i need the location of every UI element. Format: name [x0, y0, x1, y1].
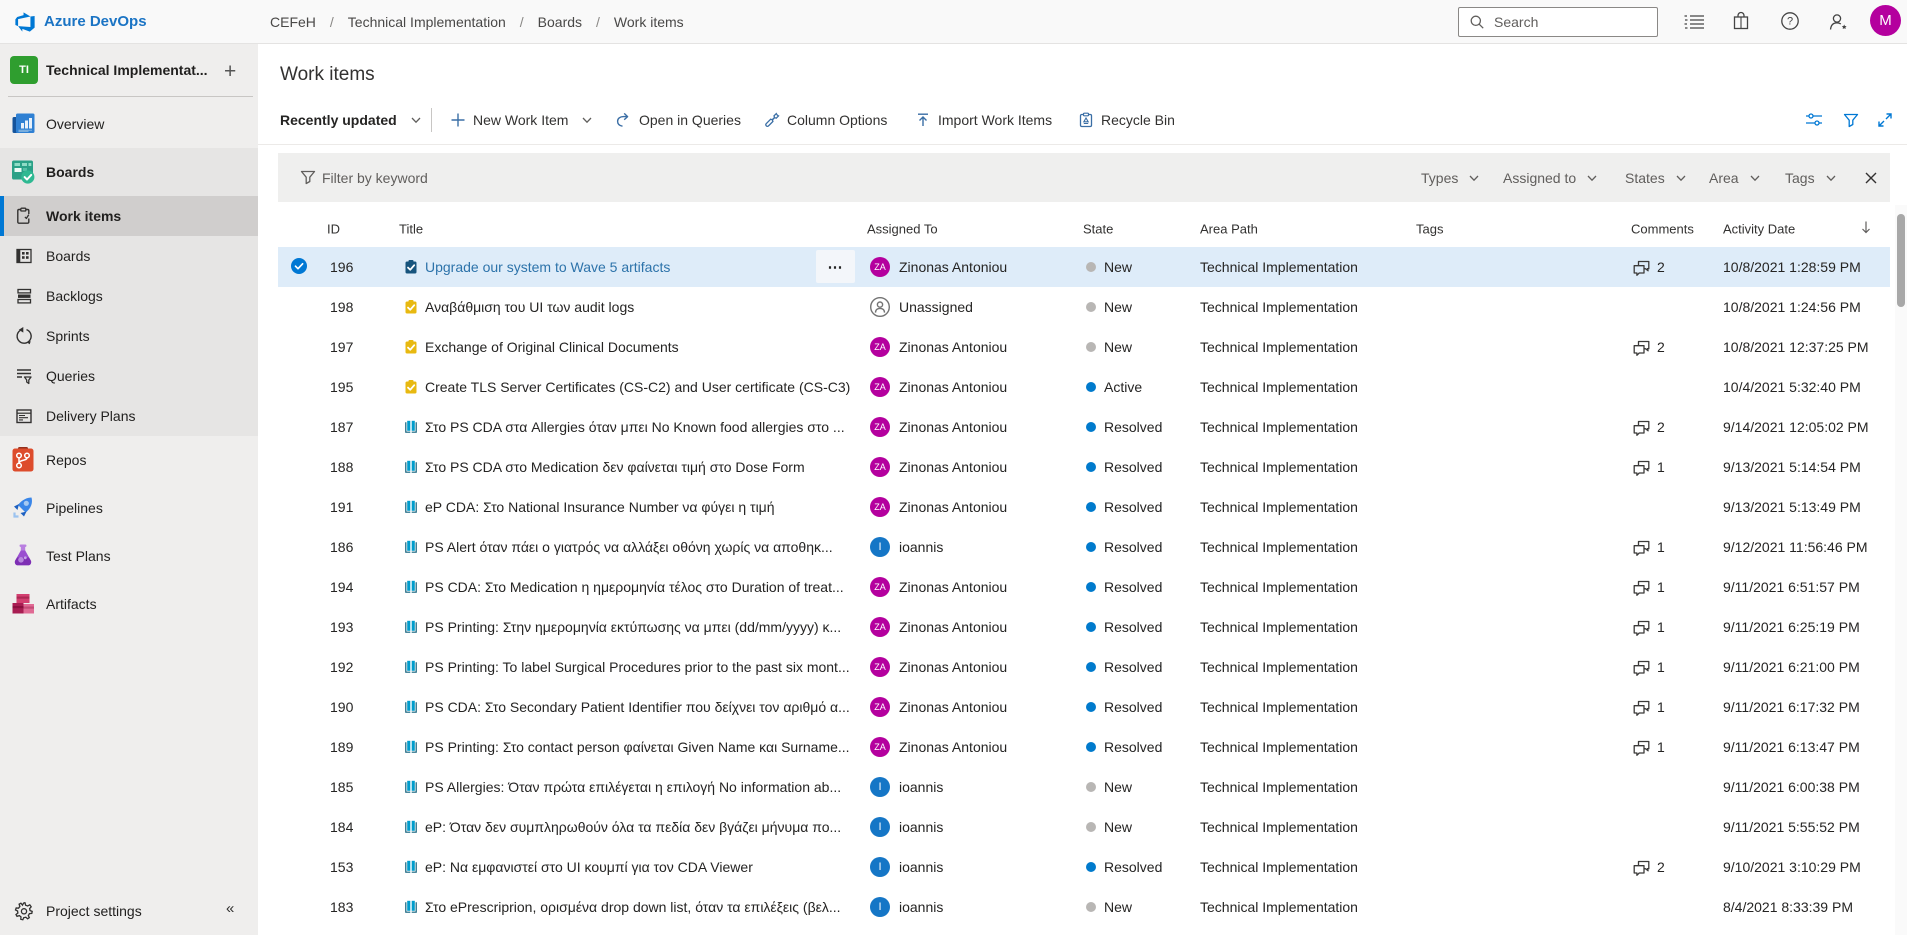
svg-text:?: ?	[1787, 16, 1793, 28]
